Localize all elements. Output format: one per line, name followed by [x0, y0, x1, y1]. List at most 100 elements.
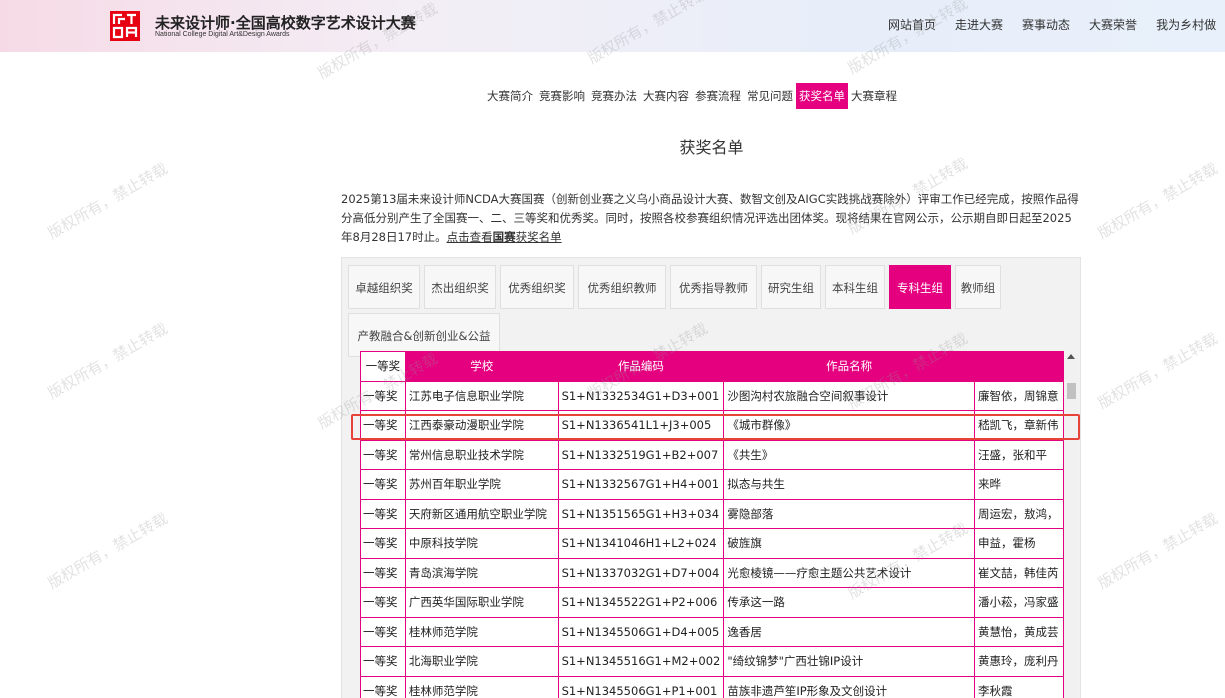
top-nav: 网站首页 走进大赛 赛事动态 大赛荣誉 我为乡村做 — [888, 16, 1216, 33]
cell-code: S1+N1332534G1+D3+001 — [557, 380, 725, 411]
cell-code: S1+N1345506G1+P1+001 — [557, 675, 725, 698]
scroll-up-icon[interactable] — [1067, 354, 1075, 359]
cell-school: 青岛滨海学院 — [404, 557, 559, 588]
subnav-faq[interactable]: 常见问题 — [744, 83, 796, 109]
tab-outstanding-org[interactable]: 杰出组织奖 — [424, 265, 496, 309]
sub-nav: 大赛简介 竞赛影响 竞赛办法 大赛内容 参赛流程 常见问题 获奖名单 大赛章程 — [484, 83, 900, 109]
cell-authors: 周运宏，敖鸿， — [974, 498, 1064, 529]
cell-code: S1+N1341046H1+L2+024 — [557, 528, 725, 559]
cell-code: S1+N1336541L1+J3+005 — [557, 410, 725, 441]
winners-link[interactable]: 点击查看国赛获奖名单 — [447, 230, 562, 244]
cell-title: 苗族非遗芦笙IP形象及文创设计 — [723, 675, 976, 698]
nav-honors[interactable]: 大赛荣誉 — [1089, 16, 1137, 33]
cell-authors: 汪盛，张和平 — [974, 439, 1064, 470]
table-row: 一等奖 北海职业学院 S1+N1345516G1+M2+002 "绮纹锦梦"广西… — [360, 646, 1064, 677]
link-suffix: 获奖名单 — [515, 230, 562, 244]
watermark: 版权所有，禁止转载 — [44, 319, 171, 403]
cell-prize: 一等奖 — [360, 675, 406, 698]
subnav-rules[interactable]: 竞赛办法 — [588, 83, 640, 109]
tab-org-teacher[interactable]: 优秀组织教师 — [578, 265, 666, 309]
header-authors[interactable] — [974, 351, 1064, 382]
cell-code: S1+N1345506G1+D4+005 — [557, 616, 725, 647]
cell-code: S1+N1345522G1+P2+006 — [557, 587, 725, 618]
cell-authors: 崔文喆，韩佳芮 — [974, 557, 1064, 588]
table-row: 一等奖 江西泰豪动漫职业学院 S1+N1336541L1+J3+005 《城市群… — [360, 410, 1064, 441]
cell-prize: 一等奖 — [360, 587, 406, 618]
nav-rural[interactable]: 我为乡村做 — [1156, 16, 1216, 33]
table-row: 一等奖 天府新区通用航空职业学院 S1+N1351565G1+H3+034 雾隐… — [360, 498, 1064, 529]
cell-school: 天府新区通用航空职业学院 — [404, 498, 559, 529]
table-header-row: 一等奖 学校 作品编码 作品名称 — [360, 351, 1064, 382]
cell-title: 逸香居 — [723, 616, 976, 647]
watermark: 版权所有，禁止转载 — [1094, 509, 1221, 593]
tab-junior-college[interactable]: 专科生组 — [889, 265, 951, 309]
cell-school: 江苏电子信息职业学院 — [404, 380, 559, 411]
cell-title: 《共生》 — [723, 439, 976, 470]
cell-prize: 一等奖 — [360, 469, 406, 500]
tab-undergrad[interactable]: 本科生组 — [825, 265, 885, 309]
cell-school: 北海职业学院 — [404, 646, 559, 677]
subnav-influence[interactable]: 竞赛影响 — [536, 83, 588, 109]
cell-school: 桂林师范学院 — [404, 675, 559, 698]
watermark: 版权所有，禁止转载 — [44, 159, 171, 243]
cell-title: 《城市群像》 — [723, 410, 976, 441]
cell-authors: 李秋霞 — [974, 675, 1064, 698]
logo-title[interactable]: 未来设计师·全国高校数字艺术设计大赛 — [155, 12, 416, 33]
table-row: 一等奖 江苏电子信息职业学院 S1+N1332534G1+D3+001 沙图沟村… — [360, 380, 1064, 411]
table-row: 一等奖 青岛滨海学院 S1+N1337032G1+D7+004 光愈棱镜——疗愈… — [360, 557, 1064, 588]
logo-icon[interactable] — [110, 11, 140, 41]
cell-title: 沙图沟村农旅融合空间叙事设计 — [723, 380, 976, 411]
table-row: 一等奖 桂林师范学院 S1+N1345506G1+D4+005 逸香居 黄慧怡，… — [360, 616, 1064, 647]
winners-table-wrap[interactable]: 一等奖 学校 作品编码 作品名称 一等奖 江苏电子信息职业学院 S1+N1332… — [360, 351, 1064, 698]
page-title: 获奖名单 — [679, 138, 744, 157]
table-row: 一等奖 常州信息职业技术学院 S1+N1332519G1+B2+007 《共生》… — [360, 439, 1064, 470]
cell-authors: 黄惠玲，庞利丹 — [974, 646, 1064, 677]
subnav-process[interactable]: 参赛流程 — [692, 83, 744, 109]
header-school[interactable]: 学校 — [404, 351, 559, 382]
subnav-content[interactable]: 大赛内容 — [640, 83, 692, 109]
header-title[interactable]: 作品名称 — [723, 351, 976, 382]
tab-excellent-org[interactable]: 卓越组织奖 — [348, 265, 420, 309]
cell-prize: 一等奖 — [360, 557, 406, 588]
header-prize: 一等奖 — [360, 351, 406, 382]
nav-news[interactable]: 赛事动态 — [1022, 16, 1070, 33]
cell-school: 广西英华国际职业学院 — [404, 587, 559, 618]
cell-title: 拟态与共生 — [723, 469, 976, 500]
nav-about-contest[interactable]: 走进大赛 — [955, 16, 1003, 33]
watermark: 版权所有，禁止转载 — [1094, 329, 1221, 413]
cell-code: S1+N1332519G1+B2+007 — [557, 439, 725, 470]
cell-prize: 一等奖 — [360, 498, 406, 529]
header-code[interactable]: 作品编码 — [557, 351, 725, 382]
cell-school: 江西泰豪动漫职业学院 — [404, 410, 559, 441]
cell-code: S1+N1345516G1+M2+002 — [557, 646, 725, 677]
nav-home[interactable]: 网站首页 — [888, 16, 936, 33]
cell-code: S1+N1351565G1+H3+034 — [557, 498, 725, 529]
cell-authors: 黄慧怡，黄成芸 — [974, 616, 1064, 647]
tab-teacher[interactable]: 教师组 — [955, 265, 1001, 309]
cell-authors: 来晔 — [974, 469, 1064, 500]
subnav-intro[interactable]: 大赛简介 — [484, 83, 536, 109]
tab-graduate[interactable]: 研究生组 — [761, 265, 821, 309]
watermark: 版权所有，禁止转载 — [44, 509, 171, 593]
site-header: 未来设计师·全国高校数字艺术设计大赛 National College Digi… — [0, 0, 1225, 52]
tab-good-org[interactable]: 优秀组织奖 — [500, 265, 574, 309]
cell-authors: 申益，霍杨 — [974, 528, 1064, 559]
cell-prize: 一等奖 — [360, 380, 406, 411]
cell-prize: 一等奖 — [360, 439, 406, 470]
subnav-winners[interactable]: 获奖名单 — [796, 83, 848, 109]
table-row: 一等奖 中原科技学院 S1+N1341046H1+L2+024 破旌旗 申益，霍… — [360, 528, 1064, 559]
cell-authors: 廉智依，周锦意 — [974, 380, 1064, 411]
cell-title: 传承这一路 — [723, 587, 976, 618]
cell-title: 光愈棱镜——疗愈主题公共艺术设计 — [723, 557, 976, 588]
table-scrollbar[interactable] — [1065, 351, 1078, 698]
cell-school: 苏州百年职业学院 — [404, 469, 559, 500]
cell-prize: 一等奖 — [360, 528, 406, 559]
scroll-thumb[interactable] — [1067, 383, 1076, 399]
cell-prize: 一等奖 — [360, 410, 406, 441]
link-prefix: 点击查看 — [446, 230, 493, 244]
cell-code: S1+N1332567G1+H4+001 — [557, 469, 725, 500]
cell-school: 常州信息职业技术学院 — [404, 439, 559, 470]
tab-advisor[interactable]: 优秀指导教师 — [670, 265, 757, 309]
subnav-charter[interactable]: 大赛章程 — [848, 83, 900, 109]
table-row: 一等奖 桂林师范学院 S1+N1345506G1+P1+001 苗族非遗芦笙IP… — [360, 675, 1064, 698]
